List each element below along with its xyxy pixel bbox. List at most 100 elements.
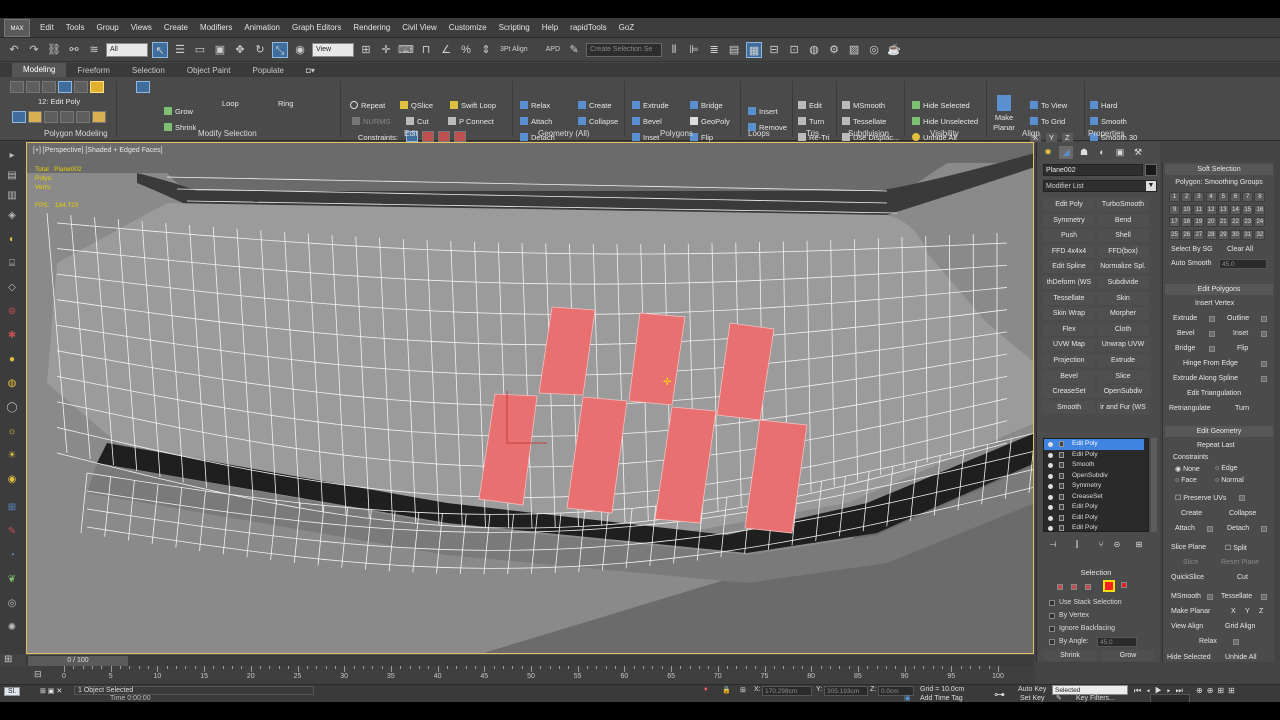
smoothing-group-button[interactable]: 12	[1205, 204, 1217, 215]
transform-mode-icon[interactable]: ⊞	[740, 686, 746, 694]
key-selection-dropdown[interactable]: Selected	[1052, 685, 1128, 695]
toggle-icon[interactable]	[1059, 462, 1064, 468]
by-angle-checkbox[interactable]	[1049, 639, 1055, 645]
layer-manager-icon[interactable]: ≣	[706, 42, 722, 58]
chevron-down-icon[interactable]: ▼	[1146, 181, 1156, 191]
bridge-button[interactable]: Bridge	[690, 101, 723, 111]
preserve-uvs-settings-icon[interactable]	[1239, 495, 1245, 501]
shape-icon[interactable]: ◈	[5, 210, 19, 222]
stack-item[interactable]: Edit Poly	[1044, 450, 1144, 461]
vertex-level-button[interactable]	[10, 81, 24, 93]
modifier-button[interactable]: Flex	[1043, 322, 1095, 336]
menu-modifiers[interactable]: Modifiers	[194, 23, 238, 32]
smoothing-group-button[interactable]: 14	[1230, 204, 1241, 215]
make-planar-y-button[interactable]: Y	[1245, 608, 1250, 615]
viewport-label[interactable]: [+] [Perspective] [Shaded + Edged Faces]	[33, 147, 163, 154]
cylinder-icon[interactable]: ◍	[5, 378, 19, 390]
modifier-button[interactable]: Push	[1043, 229, 1095, 243]
ball-icon[interactable]: ◔	[5, 550, 19, 562]
modify-tab-icon[interactable]: ◢	[1059, 146, 1073, 159]
use-nurms-button[interactable]	[76, 111, 90, 123]
smoothing-group-button[interactable]: 15	[1242, 204, 1254, 215]
y-coord-field[interactable]: 305.193cm	[824, 686, 868, 696]
inset-settings-icon[interactable]	[1261, 331, 1267, 337]
display-tab-icon[interactable]: ▣	[1113, 146, 1127, 159]
create-button[interactable]: Create	[578, 101, 612, 111]
x-coord-field[interactable]: 170.298cm	[762, 686, 812, 696]
constraint-edge-radio[interactable]: ○ Edge	[1215, 465, 1238, 472]
modifier-button[interactable]: Cloth	[1097, 322, 1149, 336]
p-connect-button[interactable]: P Connect	[448, 117, 494, 127]
geometry-icon[interactable]: ◐	[5, 234, 19, 246]
collapse-button[interactable]: Collapse	[578, 117, 618, 127]
select-by-name-icon[interactable]: ☰	[172, 42, 188, 58]
schematic-view-icon[interactable]: ⊡	[786, 42, 802, 58]
ribbon-options-icon[interactable]: ◘▾	[295, 66, 326, 75]
auto-smooth-button[interactable]: Auto Smooth	[1171, 260, 1211, 267]
modifier-button[interactable]: TurboSmooth	[1097, 198, 1149, 211]
menu-animation[interactable]: Animation	[238, 23, 286, 32]
menu-create[interactable]: Create	[158, 23, 194, 32]
edit-geometry-rollout[interactable]: Edit Geometry	[1165, 426, 1273, 437]
ignore-backfacing-checkbox[interactable]	[1049, 626, 1055, 632]
make-unique-icon[interactable]: ⑂	[1095, 540, 1107, 550]
constraint-none-radio[interactable]: ◉ None	[1175, 465, 1200, 473]
bevel-settings-icon[interactable]	[1209, 331, 1215, 337]
preserve-uvs-checkbox[interactable]: ☐ Preserve UVs	[1175, 494, 1226, 502]
outline-button[interactable]: Outline	[1227, 315, 1249, 322]
insert-vertex-button[interactable]: Insert Vertex	[1195, 300, 1234, 307]
apd-label[interactable]: APD	[546, 46, 560, 53]
scene-explorer-icon[interactable]: ▤	[726, 42, 742, 58]
bridge-button[interactable]: Bridge	[1175, 345, 1195, 352]
select-object-icon[interactable]: ↖	[152, 41, 168, 58]
modifier-button[interactable]: Unwrap UVW	[1097, 338, 1149, 352]
relax-button[interactable]: Relax	[520, 101, 550, 111]
freeform-icon[interactable]: ▥	[5, 190, 19, 202]
eye-icon[interactable]	[1048, 452, 1053, 458]
stack-item[interactable]: CreaseSet	[1044, 492, 1144, 503]
undo-icon[interactable]: ↶	[6, 42, 22, 58]
inset-button[interactable]: Inset	[1233, 330, 1248, 337]
toggle-icon[interactable]	[1059, 472, 1064, 479]
tessellate-button[interactable]: Tessellate	[842, 117, 886, 127]
soft-selection-rollout[interactable]: Soft Selection	[1165, 164, 1273, 175]
show-end-result-icon[interactable]: ⫿	[1071, 540, 1083, 550]
curve-editor-icon[interactable]: ⊟	[766, 42, 782, 58]
hide-unselected-button[interactable]: Hide Unselected	[912, 117, 978, 127]
window-crossing-icon[interactable]: ▣	[212, 42, 228, 58]
detach-button[interactable]: Detach	[1227, 525, 1249, 532]
edge-level-button[interactable]	[26, 81, 40, 93]
modifier-button[interactable]: Subdivide	[1097, 276, 1149, 289]
swift-loop-button[interactable]: Swift Loop	[450, 101, 496, 111]
modifier-button[interactable]: FFD 4x4x4	[1043, 244, 1095, 258]
shrink-button[interactable]: Shrink	[164, 123, 196, 133]
collapse-stack-button[interactable]	[60, 111, 74, 123]
menu-help[interactable]: Help	[536, 23, 564, 32]
pivot-icon[interactable]: ⊞	[358, 42, 374, 58]
smoothing-groups-title[interactable]: Polygon: Smoothing Groups	[1163, 179, 1275, 186]
quickslice-button[interactable]: QuickSlice	[1171, 574, 1204, 581]
smoothing-group-button[interactable]: 24	[1254, 217, 1266, 227]
set-key-button[interactable]: Set Key	[1020, 695, 1045, 702]
create-button[interactable]: Create	[1181, 510, 1202, 517]
make-planar-button[interactable]: Make Planar	[990, 95, 1018, 133]
msmooth-button[interactable]: MSmooth	[842, 101, 885, 111]
shrink-button[interactable]: Shrink	[1043, 650, 1097, 661]
smoothing-group-button[interactable]: 22	[1230, 217, 1241, 227]
menu-graph-editors[interactable]: Graph Editors	[286, 23, 347, 32]
tessellate-settings-icon[interactable]	[1261, 594, 1267, 600]
group-subdivision[interactable]: Subdivision	[848, 129, 889, 138]
torus-icon[interactable]: ◯	[5, 402, 19, 414]
navigation-controls[interactable]: ⊕⊕⊞⊞	[1196, 686, 1239, 695]
modifier-button[interactable]: Bend	[1097, 213, 1149, 227]
smoothing-group-button[interactable]: 3	[1193, 192, 1205, 202]
motion-tab-icon[interactable]: ◐	[1095, 146, 1109, 159]
smoothing-group-button[interactable]: 17	[1169, 217, 1180, 227]
constraint-edge-button[interactable]	[422, 131, 434, 142]
hide-selected-button[interactable]: Hide Selected	[912, 101, 970, 111]
eye-icon[interactable]	[1048, 526, 1053, 531]
sphere-icon[interactable]: ●	[5, 354, 19, 366]
make-planar-x-button[interactable]: X	[1231, 608, 1236, 615]
smoothing-group-button[interactable]: 8	[1254, 192, 1266, 202]
taskbar-window-icon[interactable]: ⊞ ▣ ✕	[40, 687, 62, 695]
